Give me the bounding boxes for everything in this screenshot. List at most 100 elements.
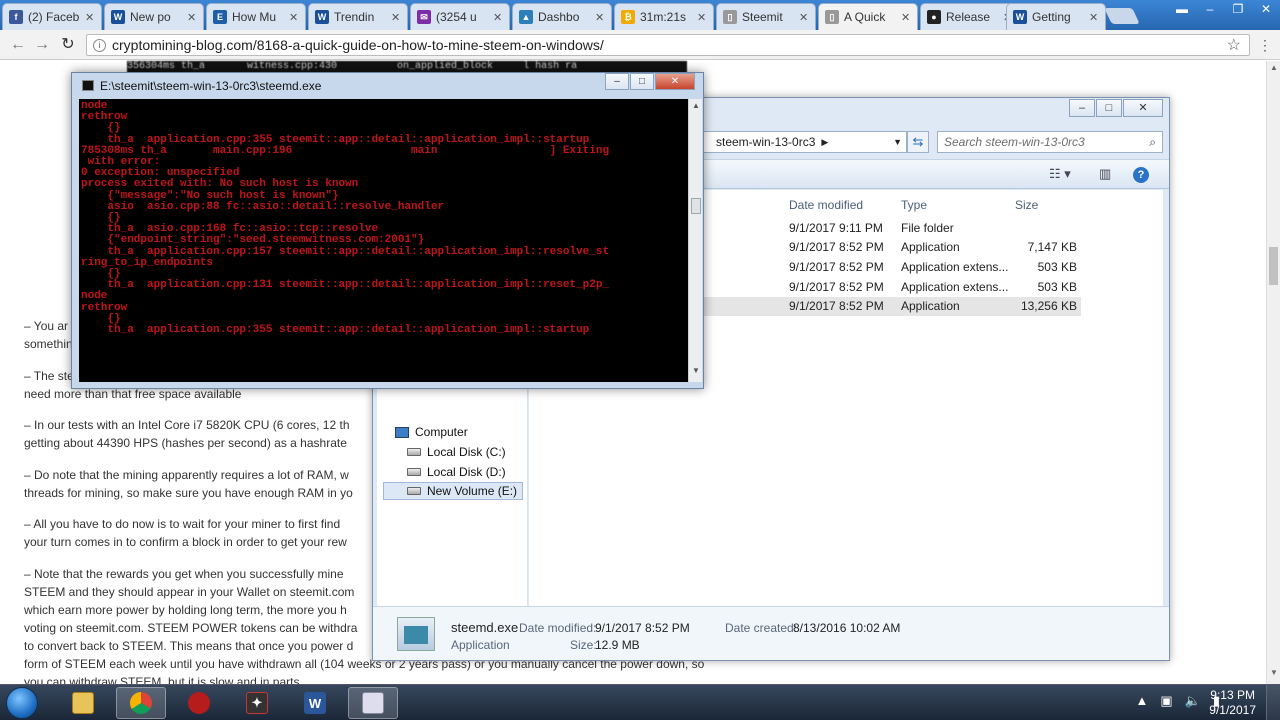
chevron-down-icon[interactable]: ▼ bbox=[893, 137, 902, 147]
minimize-icon[interactable]: – bbox=[1196, 0, 1224, 20]
scroll-thumb[interactable] bbox=[691, 198, 701, 214]
nav-label: Computer bbox=[415, 425, 468, 439]
close-icon[interactable]: ✕ bbox=[799, 11, 809, 24]
taskbar-app-red[interactable] bbox=[174, 687, 224, 719]
reload-icon[interactable]: ↻ bbox=[58, 35, 78, 55]
tab-label: New po bbox=[130, 10, 171, 24]
nav-item-computer[interactable]: Computer bbox=[395, 423, 468, 441]
forward-arrow-icon[interactable]: → bbox=[32, 35, 52, 55]
console-line: node bbox=[81, 100, 108, 112]
chevron-right-icon[interactable]: ▶ bbox=[821, 137, 828, 148]
close-icon[interactable]: ✕ bbox=[187, 11, 197, 24]
search-icon: ⌕ bbox=[1149, 134, 1156, 149]
show-hidden-icons-icon[interactable]: ▲ bbox=[1135, 693, 1148, 709]
back-arrow-icon[interactable]: ← bbox=[8, 35, 28, 55]
scroll-up-icon[interactable]: ▲ bbox=[689, 101, 703, 115]
tab-label: How Mu bbox=[232, 10, 277, 24]
tab-mail[interactable]: ✉ (3254 u ✕ bbox=[410, 3, 510, 30]
minimize-icon[interactable]: – bbox=[605, 73, 629, 90]
url-text[interactable]: cryptomining-blog.com/8168-a-quick-guide… bbox=[112, 37, 604, 53]
breadcrumb[interactable]: steem-win-13-0rc3 bbox=[716, 135, 815, 149]
network-icon[interactable]: ▣ bbox=[1160, 693, 1172, 709]
close-icon[interactable]: ✕ bbox=[85, 11, 95, 24]
taskbar-crossfire[interactable]: ✦ bbox=[232, 687, 282, 719]
chrome-icon bbox=[130, 692, 152, 714]
console-line: rethrow bbox=[81, 301, 128, 314]
file-size: 503 KB bbox=[1037, 280, 1077, 294]
volume-icon[interactable]: 🔈 bbox=[1185, 693, 1201, 709]
info-icon[interactable]: i bbox=[93, 38, 106, 52]
tab-label: (2) Faceb bbox=[28, 10, 80, 24]
clock[interactable]: 9:13 PM 9/1/2017 bbox=[1209, 688, 1256, 718]
page-scrollbar[interactable]: ▲ ▼ bbox=[1266, 61, 1280, 684]
minimize-icon[interactable]: – bbox=[1069, 99, 1095, 117]
close-icon[interactable]: ✕ bbox=[697, 11, 707, 24]
column-header-type[interactable]: Type bbox=[901, 198, 927, 212]
tab-releases[interactable]: ● Release ✕ bbox=[920, 3, 1020, 30]
scroll-up-icon[interactable]: ▲ bbox=[1267, 63, 1280, 77]
console-line: {"endpoint_string":"seed.steemwitness.co… bbox=[81, 234, 425, 247]
taskbar-chrome[interactable] bbox=[116, 687, 166, 719]
system-tray: ▲ ▣ 🔈 ▮ bbox=[1135, 693, 1220, 709]
scroll-thumb[interactable] bbox=[1269, 247, 1278, 285]
console-line: asio asio.cpp:88 fc::asio::detail::resol… bbox=[81, 200, 445, 213]
search-input[interactable]: Search steem-win-13-0rc3 ⌕ bbox=[937, 131, 1163, 153]
bitcoin-icon: ₿ bbox=[621, 10, 635, 24]
close-icon[interactable]: ✕ bbox=[1089, 11, 1099, 24]
maximize-icon[interactable]: □ bbox=[1096, 99, 1122, 117]
steemit-icon: W bbox=[111, 10, 125, 24]
detail-label: Date created: bbox=[725, 621, 798, 635]
restore-icon[interactable]: ❐ bbox=[1224, 0, 1252, 20]
drive-icon bbox=[407, 468, 421, 476]
close-icon[interactable]: ✕ bbox=[595, 11, 605, 24]
console-line: ring_to_ip_endpoints bbox=[81, 256, 214, 269]
new-tab-button[interactable] bbox=[1104, 8, 1140, 24]
close-icon[interactable]: ✕ bbox=[391, 11, 401, 24]
nav-item-drive-e[interactable]: New Volume (E:) bbox=[383, 482, 523, 500]
file-type: Application bbox=[901, 299, 960, 313]
close-icon[interactable]: ✕ bbox=[655, 73, 695, 90]
help-icon[interactable]: ? bbox=[1133, 167, 1149, 183]
tab-steemit[interactable]: ▯ Steemit ✕ bbox=[716, 3, 816, 30]
taskbar-word[interactable]: W bbox=[290, 687, 340, 719]
close-icon[interactable]: ✕ bbox=[493, 11, 503, 24]
nav-item-drive-d[interactable]: Local Disk (D:) bbox=[407, 463, 506, 481]
tab-getting[interactable]: W Getting ✕ bbox=[1006, 3, 1106, 30]
user-icon[interactable]: ▬ bbox=[1168, 0, 1196, 20]
maximize-icon[interactable]: □ bbox=[630, 73, 654, 90]
detail-modified: 9/1/2017 8:52 PM bbox=[595, 621, 690, 635]
tab-facebook[interactable]: f (2) Faceb ✕ bbox=[2, 3, 102, 30]
bookmark-star-icon[interactable]: ☆ bbox=[1227, 35, 1241, 55]
view-options-icon[interactable]: ☷ ▾ bbox=[1049, 166, 1071, 182]
nav-label: New Volume (E:) bbox=[427, 484, 518, 498]
tab-new-post[interactable]: W New po ✕ bbox=[104, 3, 204, 30]
taskbar-console[interactable] bbox=[348, 687, 398, 719]
tab-a-quick-guide[interactable]: ▯ A Quick ✕ bbox=[818, 3, 918, 30]
address-bar[interactable]: i cryptomining-blog.com/8168-a-quick-gui… bbox=[86, 34, 1250, 56]
tab-label: Steemit bbox=[742, 10, 783, 24]
detail-label: Date modified: bbox=[519, 621, 597, 635]
refresh-button[interactable]: ⇆ bbox=[907, 131, 929, 153]
column-header-size[interactable]: Size bbox=[1015, 198, 1038, 212]
show-desktop-button[interactable] bbox=[1266, 685, 1280, 720]
scroll-down-icon[interactable]: ▼ bbox=[689, 366, 703, 380]
close-icon[interactable]: ✕ bbox=[289, 11, 299, 24]
nav-item-drive-c[interactable]: Local Disk (C:) bbox=[407, 443, 506, 461]
explorer-address-bar[interactable]: steem-win-13-0rc3 ▶ ▼ bbox=[703, 131, 907, 153]
tab-trending[interactable]: W Trendin ✕ bbox=[308, 3, 408, 30]
tab-how-much[interactable]: E How Mu ✕ bbox=[206, 3, 306, 30]
preview-pane-icon[interactable]: ▥ bbox=[1099, 166, 1111, 182]
close-icon[interactable]: ✕ bbox=[1123, 99, 1163, 117]
close-icon[interactable]: ✕ bbox=[901, 11, 911, 24]
tab-dashboard[interactable]: ▲ Dashbo ✕ bbox=[512, 3, 612, 30]
menu-icon[interactable]: ⋮ bbox=[1258, 37, 1272, 54]
console-scrollbar[interactable]: ▲ ▼ bbox=[688, 99, 702, 382]
column-header-date[interactable]: Date modified bbox=[789, 198, 863, 212]
console-output[interactable]: node rethrow {} th_a application.cpp:355 … bbox=[79, 99, 688, 382]
console-line: rethrow bbox=[81, 111, 128, 124]
close-icon[interactable]: ✕ bbox=[1252, 0, 1280, 20]
start-button[interactable] bbox=[6, 687, 38, 719]
scroll-down-icon[interactable]: ▼ bbox=[1267, 668, 1280, 682]
tab-timer[interactable]: ₿ 31m:21s ✕ bbox=[614, 3, 714, 30]
taskbar-explorer[interactable] bbox=[58, 687, 108, 719]
